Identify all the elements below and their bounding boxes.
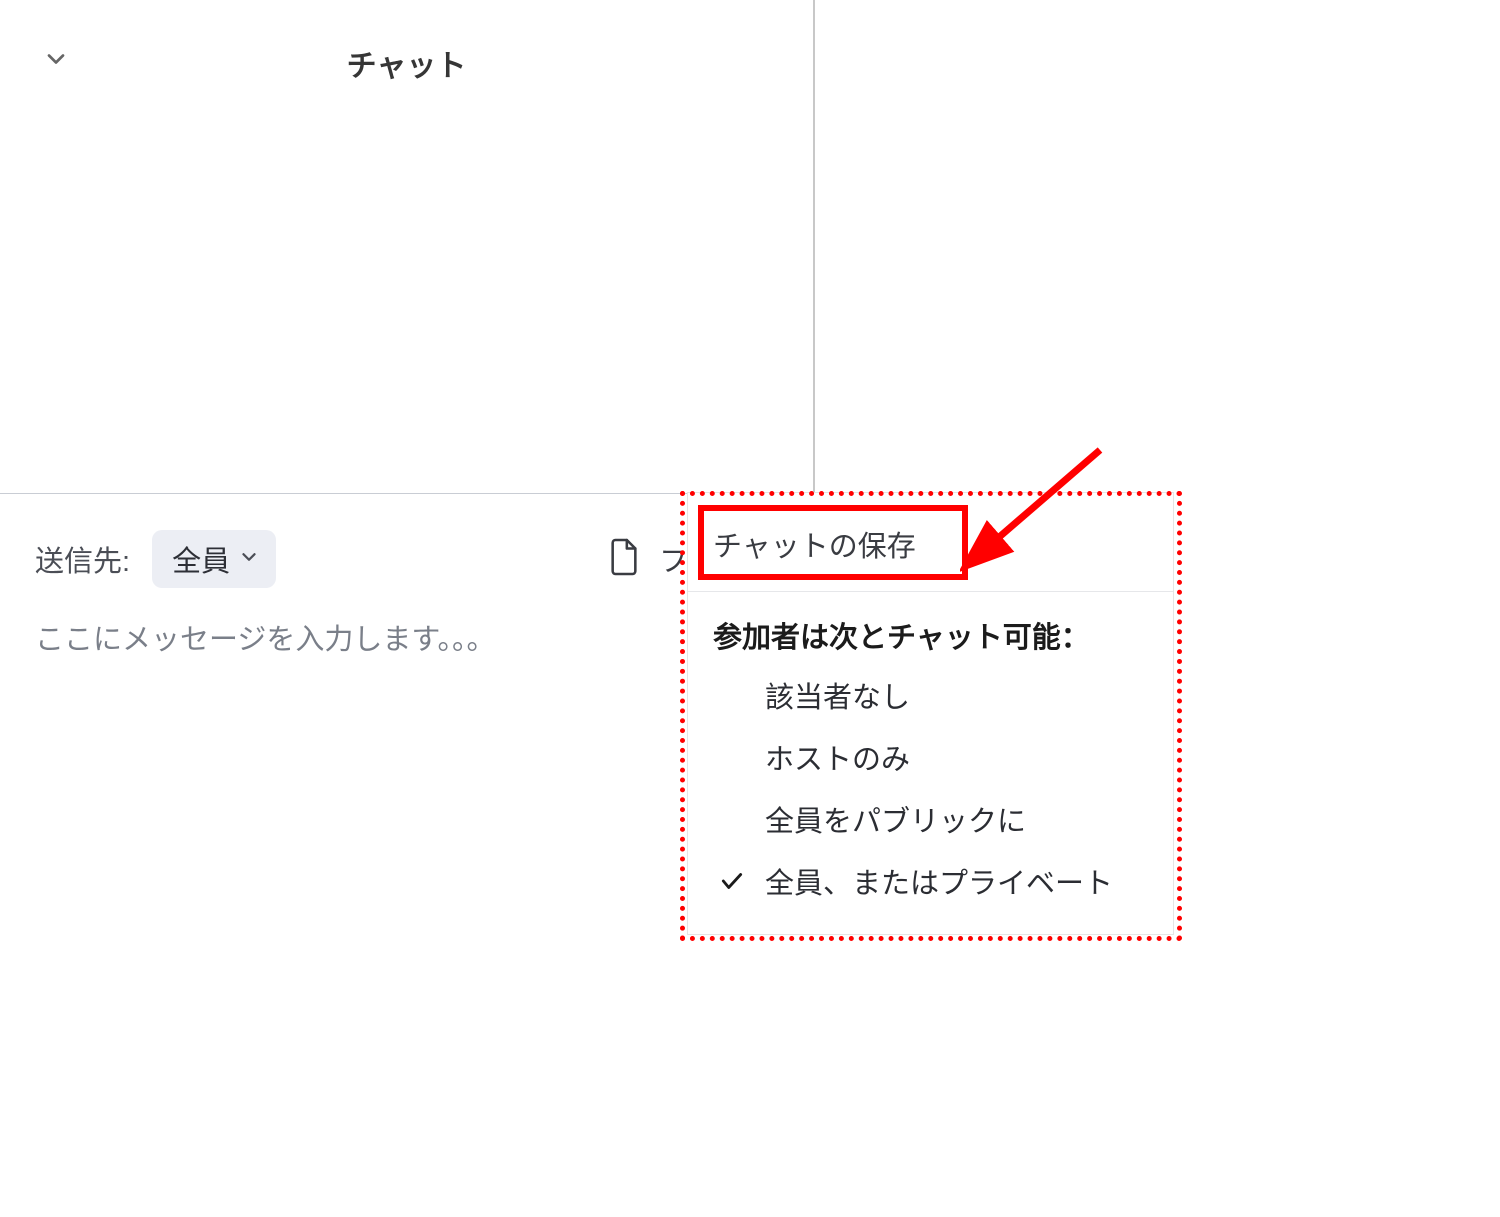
sendto-value: 全員 xyxy=(172,538,230,580)
message-input[interactable] xyxy=(35,624,780,657)
check-icon xyxy=(713,868,751,894)
option-label: ホストのみ xyxy=(765,736,1148,778)
chat-permission-heading: 参加者は次とチャット可能： xyxy=(688,592,1173,664)
panel-title: チャット xyxy=(0,11,813,85)
option-label: 全員をパブリックに xyxy=(765,798,1148,840)
sendto-dropdown[interactable]: 全員 xyxy=(152,530,276,588)
option-label: 該当者なし xyxy=(765,674,1148,716)
chat-header: チャット xyxy=(0,0,813,95)
chevron-down-icon[interactable] xyxy=(42,45,70,78)
vertical-divider xyxy=(813,0,815,530)
option-none[interactable]: 該当者なし xyxy=(688,664,1173,726)
sendto-label: 送信先: xyxy=(35,538,130,580)
option-public-all[interactable]: 全員をパブリックに xyxy=(688,788,1173,850)
chevron-down-icon xyxy=(238,546,260,573)
chat-options-menu: チャットの保存 参加者は次とチャット可能： 該当者なし ホストのみ 全員をパブリ… xyxy=(688,493,1173,934)
chat-permission-options: 該当者なし ホストのみ 全員をパブリックに 全員、またはプライベート xyxy=(688,664,1173,934)
option-host-only[interactable]: ホストのみ xyxy=(688,726,1173,788)
option-label: 全員、またはプライベート xyxy=(765,860,1148,902)
option-all-or-private[interactable]: 全員、またはプライベート xyxy=(688,850,1173,912)
file-icon xyxy=(607,537,641,582)
save-chat-menuitem[interactable]: チャットの保存 xyxy=(713,523,1148,565)
